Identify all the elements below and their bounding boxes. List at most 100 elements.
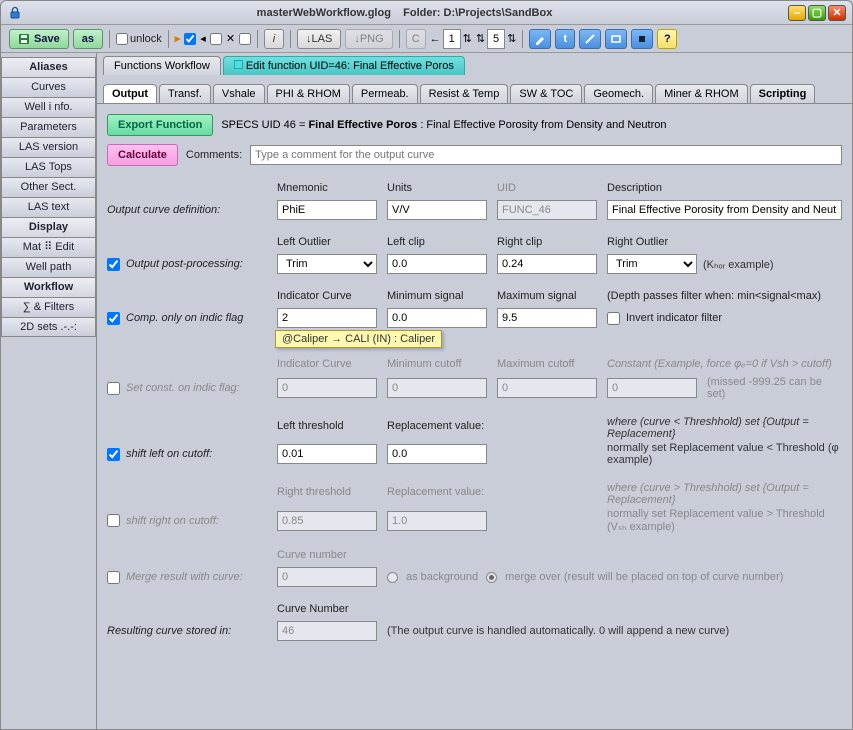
sidebar-item-parameters[interactable]: Parameters xyxy=(1,117,96,137)
hdr-minsignal: Minimum signal xyxy=(387,290,487,304)
sidebar: Aliases Curves Well i nfo. Parameters LA… xyxy=(1,53,97,729)
hdr-setconst-min: Minimum cutoff xyxy=(387,358,487,372)
subtab-scripting[interactable]: Scripting xyxy=(750,84,816,103)
sidebar-item-2dsets[interactable]: 2D sets .-.-: xyxy=(1,317,96,337)
hdr-shleft-rv: Replacement value: xyxy=(387,420,487,434)
merge-opt2: merge over (result will be placed on top… xyxy=(505,571,783,583)
subtab-resisttemp[interactable]: Resist & Temp xyxy=(420,84,509,103)
sidebar-item-sumfilters[interactable]: ∑ & Filters xyxy=(1,297,96,317)
merge-cn-input xyxy=(277,567,377,587)
info-button[interactable]: i xyxy=(264,29,284,49)
save-as-button[interactable]: as xyxy=(73,29,103,49)
tab-functions-workflow[interactable]: Functions Workflow xyxy=(103,56,221,75)
close-button[interactable]: ✕ xyxy=(828,5,846,21)
sidebar-item-workflow[interactable]: Workflow xyxy=(1,277,96,297)
leftoutlier-select[interactable]: Trim xyxy=(277,254,377,274)
subtab-vshale[interactable]: Vshale xyxy=(213,84,265,103)
merge-checkbox[interactable] xyxy=(107,571,120,584)
sidebar-item-lastext[interactable]: LAS text xyxy=(1,197,96,217)
save-button[interactable]: Save xyxy=(9,29,69,49)
sidebar-item-othersect[interactable]: Other Sect. xyxy=(1,177,96,197)
comments-input[interactable] xyxy=(250,145,842,165)
save-icon xyxy=(18,33,30,45)
line-icon xyxy=(584,33,596,45)
c-button[interactable]: C xyxy=(406,29,426,49)
rightthreshold-input xyxy=(277,511,377,531)
subtab-minerrhom[interactable]: Miner & RHOM xyxy=(655,84,748,103)
sidebar-item-wellinfo[interactable]: Well i nfo. xyxy=(1,97,96,117)
tool-text-button[interactable]: t xyxy=(555,29,575,49)
sidebar-item-lasversion[interactable]: LAS version xyxy=(1,137,96,157)
minimize-button[interactable]: ‒ xyxy=(788,5,806,21)
workflow-tabs: Functions Workflow Edit function UID=46:… xyxy=(97,53,852,75)
tool-pencil-button[interactable] xyxy=(529,29,551,49)
titlebar: masterWebWorkflow.glog Folder: D:\Projec… xyxy=(1,1,852,25)
lock-icon[interactable] xyxy=(7,5,23,21)
opt-check-3[interactable] xyxy=(239,33,251,45)
indiccurve-input[interactable] xyxy=(277,308,377,328)
sidebar-item-display[interactable]: Display xyxy=(1,217,96,237)
tool-line-button[interactable] xyxy=(579,29,601,49)
hdr-leftthreshold: Left threshold xyxy=(277,420,377,434)
indic-checkbox[interactable] xyxy=(107,312,120,325)
result-cn-input xyxy=(277,621,377,641)
maxsignal-input[interactable] xyxy=(497,308,597,328)
export-las-button[interactable]: ↓LAS xyxy=(297,29,341,49)
spinner-1[interactable]: ←⇅ xyxy=(430,29,472,49)
calculate-button[interactable]: Calculate xyxy=(107,144,178,166)
invert-indicator-label: Invert indicator filter xyxy=(626,312,722,324)
subtab-output[interactable]: Output xyxy=(103,84,157,103)
rightoutlier-select[interactable]: Trim xyxy=(607,254,697,274)
export-png-button[interactable]: ↓PNG xyxy=(345,29,392,49)
maximize-button[interactable]: ▢ xyxy=(808,5,826,21)
subtab-phirhom[interactable]: PHI & RHOM xyxy=(267,84,350,103)
opt-check-1[interactable] xyxy=(184,33,196,45)
shiftleft-checkbox[interactable] xyxy=(107,448,120,461)
minsignal-input[interactable] xyxy=(387,308,487,328)
postproc-checkbox[interactable] xyxy=(107,258,120,271)
hdr-leftclip: Left clip xyxy=(387,236,487,250)
hdr-rightclip: Right clip xyxy=(497,236,597,250)
tool-fillrect-button[interactable] xyxy=(631,29,653,49)
shiftright-checkbox[interactable] xyxy=(107,514,120,527)
invert-indicator-checkbox[interactable] xyxy=(607,312,620,325)
subtab-transf[interactable]: Transf. xyxy=(159,84,211,103)
spinner-2[interactable]: ⇅⇅ xyxy=(476,29,516,49)
sidebar-item-lastops[interactable]: LAS Tops xyxy=(1,157,96,177)
hdr-result-cn: Curve Number xyxy=(277,603,377,617)
hdr-setconst-max: Maximum cutoff xyxy=(497,358,597,372)
shleft-rv-input[interactable] xyxy=(387,444,487,464)
hdr-rightoutlier: Right Outlier xyxy=(607,236,842,250)
export-function-button[interactable]: Export Function xyxy=(107,114,213,136)
postproc-note: (Kₕₒᵣ example) xyxy=(703,258,774,271)
leftclip-input[interactable] xyxy=(387,254,487,274)
tool-rect-button[interactable] xyxy=(605,29,627,49)
arrow-right-icon: ▸ xyxy=(175,32,181,45)
description-input[interactable] xyxy=(607,200,842,220)
rightclip-input[interactable] xyxy=(497,254,597,274)
hdr-maxsignal: Maximum signal xyxy=(497,290,597,304)
sidebar-item-aliases[interactable]: Aliases xyxy=(1,57,96,77)
opt-check-2[interactable] xyxy=(210,33,222,45)
setconst-checkbox[interactable] xyxy=(107,382,120,395)
arrow-left-icon: ◂ xyxy=(200,32,206,45)
shleft-note-hdr: where (curve < Threshhold) set {Output =… xyxy=(607,416,842,440)
sidebar-item-wellpath[interactable]: Well path xyxy=(1,257,96,277)
subtab-geomech[interactable]: Geomech. xyxy=(584,84,653,103)
leftthreshold-input[interactable] xyxy=(277,444,377,464)
shright-rv-input xyxy=(387,511,487,531)
help-button[interactable]: ? xyxy=(657,29,677,49)
tab-edit-function[interactable]: Edit function UID=46: Final Effective Po… xyxy=(223,56,465,75)
sidebar-item-matedit[interactable]: Mat ⠿ Edit xyxy=(1,237,96,257)
indicator-tooltip: @Caliper → CALI (IN) : Caliper xyxy=(275,330,442,348)
sidebar-item-curves[interactable]: Curves xyxy=(1,77,96,97)
shiftright-label: shift right on cutoff: xyxy=(126,515,219,527)
hdr-units: Units xyxy=(387,182,487,196)
mnemonic-input[interactable] xyxy=(277,200,377,220)
units-input[interactable] xyxy=(387,200,487,220)
comments-label: Comments: xyxy=(186,149,242,161)
subtab-swtoc[interactable]: SW & TOC xyxy=(510,84,582,103)
hdr-desc: Description xyxy=(607,182,842,196)
unlock-checkbox[interactable]: unlock xyxy=(116,33,162,45)
subtab-permeab[interactable]: Permeab. xyxy=(352,84,418,103)
